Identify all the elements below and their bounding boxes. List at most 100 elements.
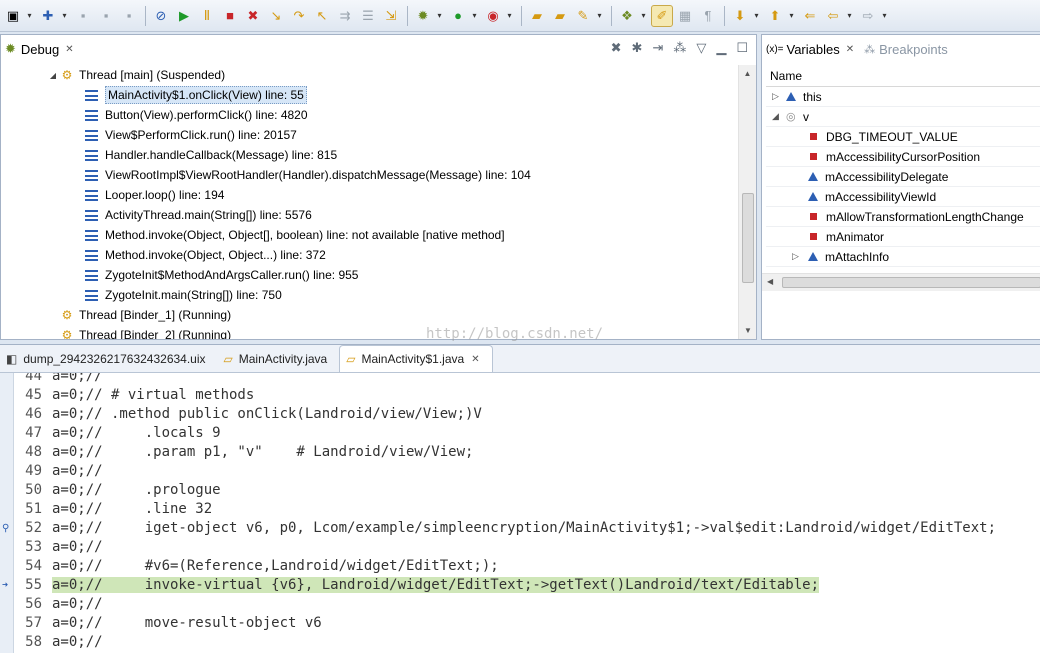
suspend-icon[interactable]: Ⅱ bbox=[196, 5, 218, 27]
new-wizard-icon[interactable]: ✚ bbox=[37, 5, 59, 27]
debug-icon[interactable]: ✹ bbox=[412, 5, 434, 27]
editor-tab-mainactivity[interactable]: ▱ MainActivity.java bbox=[218, 346, 340, 372]
stack-frame-row[interactable]: ViewRootImpl$ViewRootHandler(Handler).di… bbox=[1, 165, 738, 185]
step-filter-icon[interactable]: ⇲ bbox=[380, 5, 402, 27]
search-dropdown-icon[interactable]: ▾ bbox=[595, 5, 604, 27]
stack-frame-row[interactable]: Looper.loop() line: 194 bbox=[1, 185, 738, 205]
scroll-down-icon[interactable]: ▼ bbox=[739, 322, 757, 339]
variable-row[interactable]: ▷ mAttachInfo bbox=[766, 247, 1040, 267]
back-dropdown-icon[interactable]: ▾ bbox=[845, 5, 854, 27]
close-icon[interactable]: ✕ bbox=[471, 354, 479, 365]
run-dropdown-icon[interactable]: ▾ bbox=[470, 5, 479, 27]
maximize-icon[interactable]: ☐ bbox=[736, 40, 748, 56]
editor-area: ◧ dump_2942326217632432634.uix ▱ MainAct… bbox=[0, 344, 1040, 653]
step-over-icon[interactable]: ↷ bbox=[288, 5, 310, 27]
stack-frame-row[interactable]: ZygoteInit.main(String[]) line: 750 bbox=[1, 285, 738, 305]
view-menu-icon[interactable]: ▽ bbox=[696, 40, 706, 56]
variable-row[interactable]: mAnimator bbox=[766, 227, 1040, 247]
editor-tab-dump[interactable]: ◧ dump_2942326217632432634.uix bbox=[0, 346, 218, 372]
annotation-gutter[interactable] bbox=[0, 373, 14, 653]
variable-row[interactable]: mAccessibilityDelegate bbox=[766, 167, 1040, 187]
tab-debug[interactable]: ✹ Debug ✕ bbox=[1, 35, 82, 63]
stack-frame-row[interactable]: ActivityThread.main(String[]) line: 5576 bbox=[1, 205, 738, 225]
resume-icon[interactable]: ▶ bbox=[173, 5, 195, 27]
thread-row[interactable]: ⚙ Thread [Binder_1] (Running) bbox=[1, 305, 738, 325]
external-tools-dropdown-icon[interactable]: ▾ bbox=[505, 5, 514, 27]
stack-frame-row[interactable]: ZygoteInit$MethodAndArgsCaller.run() lin… bbox=[1, 265, 738, 285]
variable-name: mAccessibilityViewId bbox=[825, 189, 937, 204]
terminate-icon[interactable]: ■ bbox=[219, 5, 241, 27]
search-icon[interactable]: ✎ bbox=[572, 5, 594, 27]
column-header-name[interactable]: Name bbox=[766, 65, 1040, 87]
thread-row[interactable]: ⚙ Thread [Binder_2] (Running) bbox=[1, 325, 738, 339]
debug-vertical-scrollbar[interactable]: ▲ ▼ bbox=[738, 65, 756, 339]
code-editor[interactable]: ⚲ ➜ 44 a=0;// 45 a=0;// # virtual methods … bbox=[0, 373, 1040, 653]
next-annotation-dropdown-icon[interactable]: ▾ bbox=[752, 5, 761, 27]
step-return-icon[interactable]: ↖ bbox=[311, 5, 333, 27]
line-text: a=0;// move-result-object v6 bbox=[52, 615, 322, 631]
disconnect-icon[interactable]: ✖ bbox=[242, 5, 264, 27]
line-number: 51 bbox=[25, 501, 42, 517]
stack-frame-row[interactable]: View$PerformClick.run() line: 20157 bbox=[1, 125, 738, 145]
editor-tab-mainactivity1[interactable]: ▱ MainActivity$1.java ✕ bbox=[339, 345, 493, 372]
tab-variables[interactable]: (x)= Variables ✕ bbox=[762, 35, 860, 63]
close-icon[interactable]: ✕ bbox=[65, 44, 73, 55]
debug-dropdown-icon[interactable]: ▾ bbox=[435, 5, 444, 27]
forward-dropdown-icon[interactable]: ▾ bbox=[880, 5, 889, 27]
minimize-icon[interactable]: ▁ bbox=[716, 40, 726, 56]
variable-row[interactable]: ◢ ◎ v bbox=[766, 107, 1040, 127]
variable-row[interactable]: DBG_TIMEOUT_VALUE bbox=[766, 127, 1040, 147]
stack-frame-row[interactable]: Method.invoke(Object, Object...) line: 3… bbox=[1, 245, 738, 265]
stack-frame-row[interactable]: Handler.handleCallback(Message) line: 81… bbox=[1, 145, 738, 165]
scroll-left-icon[interactable]: ◀ bbox=[767, 277, 773, 286]
terminate-remove-icon[interactable]: ✱ bbox=[632, 40, 643, 56]
highlight-icon[interactable]: ✐ bbox=[651, 4, 673, 27]
prev-annotation-icon[interactable]: ⬆ bbox=[764, 5, 786, 27]
save-all-icon[interactable]: ▪ bbox=[95, 5, 117, 27]
collapse-icon[interactable]: ◢ bbox=[772, 111, 786, 122]
scroll-thumb[interactable] bbox=[742, 193, 754, 283]
use-step-filters-icon[interactable]: ☰ bbox=[357, 5, 379, 27]
disconnect-view-icon[interactable]: ⁂ bbox=[673, 40, 686, 56]
save-icon[interactable]: ▪ bbox=[72, 5, 94, 27]
new-dropdown-icon[interactable]: ▾ bbox=[25, 5, 34, 27]
step-filters-icon[interactable]: ⇥ bbox=[652, 40, 663, 56]
forward-icon[interactable]: ⇨ bbox=[857, 5, 879, 27]
show-whitespace-icon[interactable]: ¶ bbox=[697, 5, 719, 27]
toggle-mark-icon[interactable]: ❖ bbox=[616, 5, 638, 27]
skip-breakpoints-icon[interactable]: ⊘ bbox=[150, 5, 172, 27]
stack-frame-row[interactable]: MainActivity$1.onClick(View) line: 55 bbox=[1, 85, 738, 105]
variable-row[interactable]: mAccessibilityViewId bbox=[766, 187, 1040, 207]
close-icon[interactable]: ✕ bbox=[846, 44, 854, 55]
remove-all-terminated-icon[interactable]: ✖ bbox=[611, 40, 622, 56]
print-icon[interactable]: ▪ bbox=[118, 5, 140, 27]
expand-icon[interactable]: ▷ bbox=[772, 91, 786, 102]
expand-icon[interactable]: ▷ bbox=[792, 251, 808, 262]
variable-row[interactable]: ▷ this bbox=[766, 87, 1040, 107]
toggle-mark-dropdown-icon[interactable]: ▾ bbox=[639, 5, 648, 27]
next-annotation-icon[interactable]: ⬇ bbox=[729, 5, 751, 27]
open-type-icon[interactable]: ▰ bbox=[526, 5, 548, 27]
scroll-up-icon[interactable]: ▲ bbox=[739, 65, 756, 82]
external-tools-icon[interactable]: ◉ bbox=[482, 5, 504, 27]
back-icon[interactable]: ⇦ bbox=[822, 5, 844, 27]
variable-row[interactable]: mAccessibilityCursorPosition bbox=[766, 147, 1040, 167]
variables-horizontal-scrollbar[interactable]: ◀ bbox=[762, 273, 1040, 291]
scroll-thumb[interactable] bbox=[782, 277, 1040, 288]
new-wizard-dropdown-icon[interactable]: ▾ bbox=[60, 5, 69, 27]
open-folder-icon[interactable]: ▰ bbox=[549, 5, 571, 27]
breakpoint-marker-icon[interactable]: ⚲ bbox=[2, 523, 9, 534]
thread-row[interactable]: ◢ ⚙ Thread [main] (Suspended) bbox=[1, 65, 738, 85]
stack-frame-row[interactable]: Method.invoke(Object, Object[], boolean)… bbox=[1, 225, 738, 245]
prev-annotation-dropdown-icon[interactable]: ▾ bbox=[787, 5, 796, 27]
last-edit-icon[interactable]: ⇐ bbox=[799, 5, 821, 27]
variable-row[interactable]: mAllowTransformationLengthChange bbox=[766, 207, 1040, 227]
drop-to-frame-icon[interactable]: ⇉ bbox=[334, 5, 356, 27]
collapse-icon[interactable]: ◢ bbox=[47, 71, 59, 80]
new-icon[interactable]: ▣ bbox=[2, 5, 24, 27]
step-into-icon[interactable]: ↘ bbox=[265, 5, 287, 27]
stack-frame-row[interactable]: Button(View).performClick() line: 4820 bbox=[1, 105, 738, 125]
tab-breakpoints[interactable]: ⁂ Breakpoints bbox=[860, 35, 954, 63]
run-icon[interactable]: ● bbox=[447, 5, 469, 27]
block-select-icon[interactable]: ▦ bbox=[674, 5, 696, 27]
